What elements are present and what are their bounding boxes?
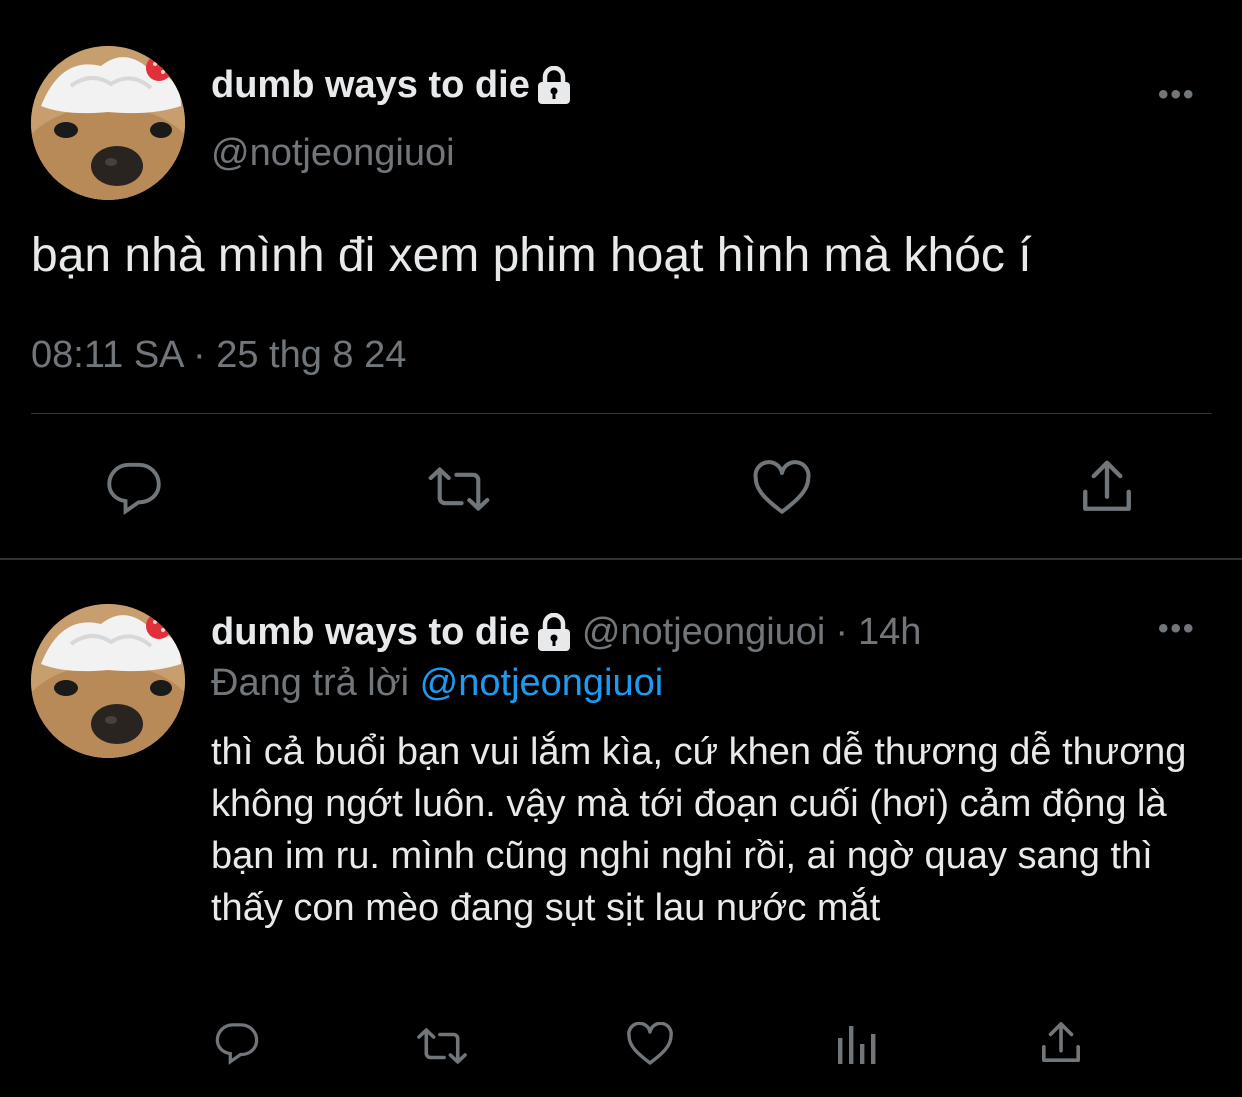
author-handle[interactable]: @notjeongiuoi — [211, 132, 455, 175]
reply-icon[interactable] — [214, 1021, 260, 1067]
author-display-name[interactable]: dumb ways to die — [211, 64, 530, 107]
meta-separator: · — [835, 611, 849, 653]
tweet-text: bạn nhà mình đi xem phim hoạt hình mà kh… — [31, 229, 1032, 282]
retweet-icon[interactable] — [416, 1024, 468, 1068]
section-divider — [0, 558, 1242, 560]
author-name-row[interactable]: dumb ways to die — [211, 64, 572, 107]
replying-to-line: Đang trả lời @notjeongiuoi — [211, 662, 663, 705]
reply-time[interactable]: 14h — [858, 611, 921, 654]
replying-to-mention[interactable]: @notjeongiuoi — [420, 662, 664, 704]
reply-author-avatar[interactable] — [31, 604, 185, 758]
reply-icon[interactable] — [105, 460, 163, 518]
reply-author-name-row[interactable]: dumb ways to die — [211, 611, 572, 654]
more-options-icon[interactable]: ••• — [1158, 78, 1196, 112]
lock-icon — [536, 612, 572, 653]
analytics-icon[interactable] — [834, 1022, 878, 1066]
tweet-divider — [31, 413, 1212, 414]
replying-to-label: Đang trả lời — [211, 662, 410, 704]
retweet-icon[interactable] — [428, 462, 490, 516]
heart-icon[interactable] — [752, 460, 812, 516]
share-icon[interactable] — [1040, 1020, 1082, 1066]
reply-author-row: dumb ways to die @notjeongiuoi · 14h — [211, 611, 921, 654]
lock-icon — [536, 65, 572, 106]
reply-author-display-name[interactable]: dumb ways to die — [211, 611, 530, 654]
reply-author-handle[interactable]: @notjeongiuoi — [582, 611, 826, 654]
share-icon[interactable] — [1080, 458, 1134, 516]
author-avatar[interactable] — [31, 46, 185, 200]
reply-more-options-icon[interactable]: ••• — [1158, 612, 1196, 646]
heart-icon[interactable] — [626, 1022, 674, 1066]
reply-text: thì cả buổi bạn vui lắm kìa, cứ khen dễ … — [211, 731, 1187, 929]
tweet-timestamp[interactable]: 08:11 SA · 25 thg 8 24 — [31, 334, 406, 377]
